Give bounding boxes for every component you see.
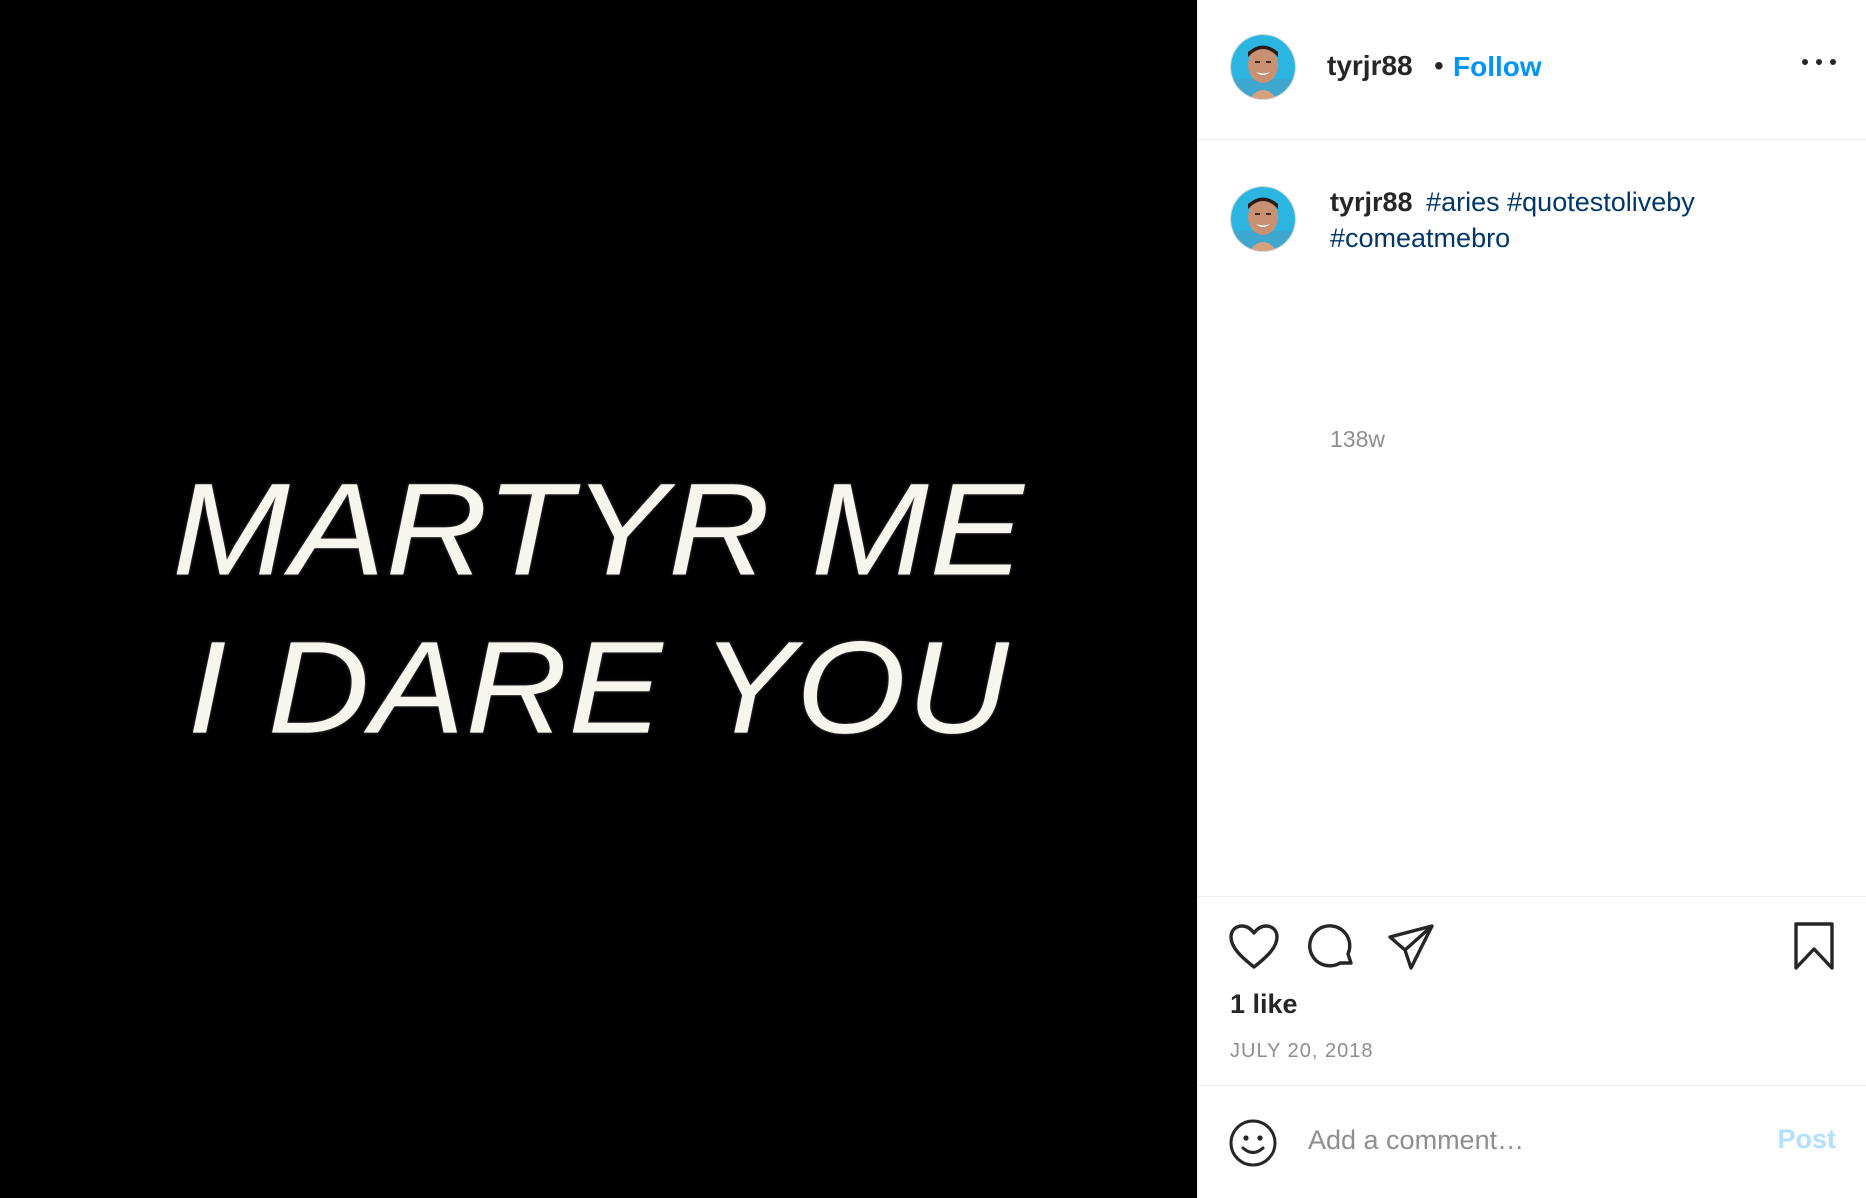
post-header: tyrjr88 • Follow [1198, 0, 1866, 140]
hashtag-comeatmebro[interactable]: #comeatmebro [1330, 223, 1510, 253]
separator-dot: • [1434, 50, 1444, 81]
heart-icon[interactable] [1228, 923, 1280, 976]
bookmark-icon[interactable] [1792, 921, 1836, 976]
comment-icon[interactable] [1308, 923, 1356, 976]
caption-avatar[interactable] [1230, 186, 1296, 252]
hashtag-aries[interactable]: #aries [1426, 187, 1500, 217]
follow-button[interactable]: Follow [1453, 51, 1542, 83]
hashtag-quotestoliveby[interactable]: #quotestoliveby [1507, 187, 1695, 217]
comment-input[interactable] [1308, 1120, 1748, 1160]
post-sidebar: tyrjr88 • Follow tyrjr88 #aries #quotest… [1197, 0, 1866, 1198]
like-count[interactable]: 1 like [1230, 989, 1298, 1020]
comment-bar: Post [1198, 1085, 1866, 1198]
caption-timestamp[interactable]: 138w [1330, 426, 1385, 453]
post-image-line-1: MARTYR ME [172, 455, 1025, 603]
instagram-post: MARTYR ME I DARE YOU tyrjr88 • Follow ty… [0, 0, 1866, 1198]
author-avatar[interactable] [1230, 34, 1296, 100]
caption-username[interactable]: tyrjr88 [1330, 187, 1413, 217]
post-date[interactable]: JULY 20, 2018 [1230, 1040, 1373, 1063]
more-horizontal-icon[interactable] [1802, 55, 1836, 69]
post-image-text: MARTYR ME I DARE YOU [0, 450, 1197, 766]
emoji-icon[interactable] [1228, 1118, 1278, 1173]
post-image-line-2: I DARE YOU [187, 613, 1010, 761]
post-comment-button[interactable]: Post [1777, 1124, 1836, 1155]
post-caption: tyrjr88 #aries #quotestoliveby #comeatme… [1198, 140, 1866, 897]
post-image[interactable]: MARTYR ME I DARE YOU [0, 0, 1197, 1198]
author-username[interactable]: tyrjr88 [1327, 50, 1413, 82]
share-icon[interactable] [1387, 923, 1435, 976]
caption-text: tyrjr88 #aries #quotestoliveby #comeatme… [1330, 184, 1800, 256]
post-actions: 1 like JULY 20, 2018 [1198, 896, 1866, 1086]
